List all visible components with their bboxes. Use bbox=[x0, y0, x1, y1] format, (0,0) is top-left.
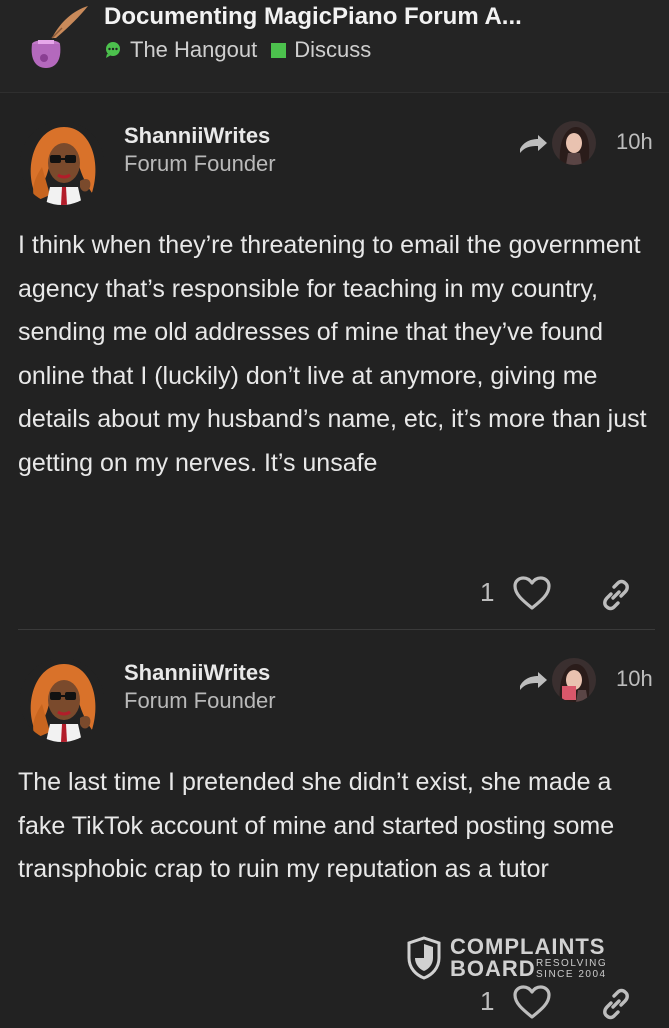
chat-bubble-icon bbox=[106, 42, 120, 58]
cartoon-avatar-icon bbox=[20, 121, 104, 205]
post-timestamp[interactable]: 10h bbox=[616, 129, 653, 155]
avatar[interactable] bbox=[20, 121, 104, 205]
post-text: I think when they’re threatening to emai… bbox=[18, 231, 647, 477]
category-breadcrumb: The Hangout Discuss bbox=[104, 37, 371, 63]
reply-to-avatar[interactable] bbox=[552, 658, 596, 702]
post-text: The last time I pretended she didn’t exi… bbox=[18, 768, 615, 883]
post-timestamp[interactable]: 10h bbox=[616, 666, 653, 692]
topic-title[interactable]: Documenting MagicPiano Forum A... bbox=[104, 3, 522, 31]
like-count[interactable]: 1 bbox=[480, 986, 494, 1017]
shield-icon bbox=[407, 936, 441, 980]
heart-icon[interactable] bbox=[512, 984, 552, 1020]
link-icon[interactable] bbox=[598, 986, 634, 1022]
reply-avatar-icon bbox=[552, 121, 596, 165]
like-count[interactable]: 1 bbox=[480, 577, 494, 608]
username[interactable]: ShanniiWrites bbox=[124, 123, 270, 149]
username[interactable]: ShanniiWrites bbox=[124, 660, 270, 686]
topic-header: Documenting MagicPiano Forum A... The Ha… bbox=[0, 0, 669, 93]
reply-avatar-icon bbox=[552, 658, 596, 702]
user-title: Forum Founder bbox=[124, 688, 276, 713]
post-actions: 1 bbox=[0, 978, 669, 1028]
reply-to-avatar[interactable] bbox=[552, 121, 596, 165]
watermark-line2: BOARD bbox=[450, 956, 536, 981]
watermark-tagline: RESOLVING SINCE 2004 bbox=[536, 958, 607, 980]
link-icon[interactable] bbox=[598, 577, 634, 613]
heart-icon[interactable] bbox=[512, 575, 552, 611]
post: ShanniiWrites Forum Founder 10h I think … bbox=[0, 93, 669, 629]
complaintsboard-watermark: COMPLAINTS BOARD RESOLVING SINCE 2004 bbox=[406, 934, 626, 984]
post-actions: 1 bbox=[0, 569, 669, 619]
user-title: Forum Founder bbox=[124, 151, 276, 176]
subcategory-link[interactable]: Discuss bbox=[294, 37, 371, 63]
watermark-tag2: SINCE 2004 bbox=[536, 969, 607, 980]
cartoon-avatar-icon bbox=[20, 658, 104, 742]
watermark-tag1: RESOLVING bbox=[536, 958, 608, 969]
category-link[interactable]: The Hangout bbox=[130, 37, 257, 63]
avatar[interactable] bbox=[20, 658, 104, 742]
post-body: The last time I pretended she didn’t exi… bbox=[18, 761, 658, 892]
potion-quill-icon[interactable] bbox=[22, 4, 88, 70]
post-body: I think when they’re threatening to emai… bbox=[18, 224, 658, 485]
reply-to-icon[interactable] bbox=[518, 672, 548, 694]
category-square-icon bbox=[271, 42, 287, 58]
reply-to-icon[interactable] bbox=[518, 135, 548, 157]
